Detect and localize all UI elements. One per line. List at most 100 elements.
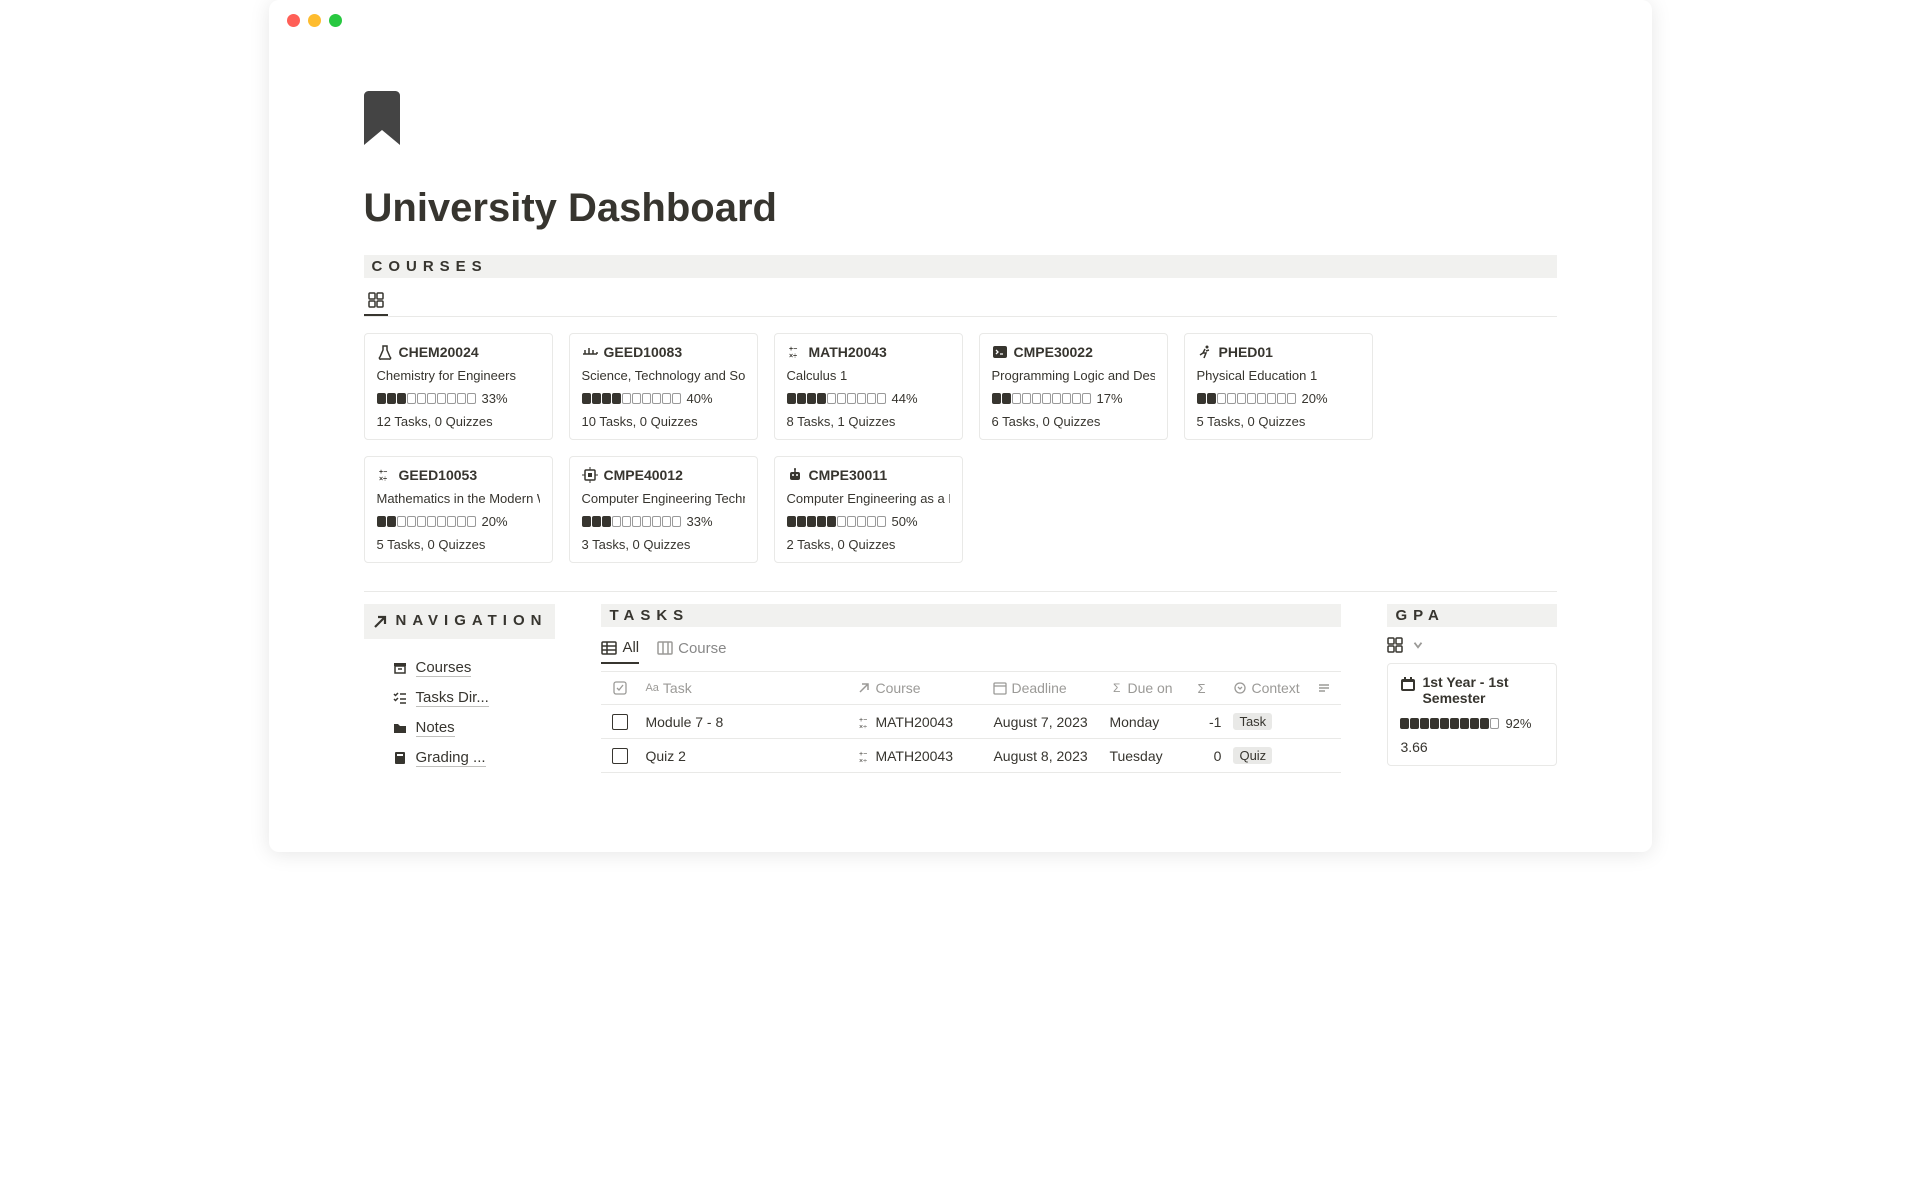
nav-item[interactable]: Grading ... [392,743,556,773]
table-icon [601,640,617,656]
task-sigma: 0 [1214,748,1222,764]
course-card[interactable]: CMPE30011Computer Engineering as a Disci… [774,456,963,563]
course-percent: 33% [687,514,713,529]
progress-bar [377,393,476,404]
gallery-icon[interactable] [1387,637,1403,653]
course-code: CMPE30011 [809,467,888,483]
calendar-icon [1400,676,1416,692]
course-percent: 20% [1302,391,1328,406]
chip-icon [582,467,598,483]
course-card[interactable]: CHEM20024Chemistry for Engineers33%12 Ta… [364,333,553,440]
course-percent: 33% [482,391,508,406]
minimize-window-button[interactable] [308,14,321,27]
course-card[interactable]: GEED10083Science, Technology and Society… [569,333,758,440]
arrow-icon [372,614,388,630]
course-code: CMPE40012 [604,467,683,483]
gallery-icon [368,292,384,308]
progress-bar [787,516,886,527]
svg-text:×÷: ×÷ [859,724,867,729]
tasks-view-tabs: All Course [601,627,1341,672]
progress-bar [787,393,886,404]
gpa-value: 3.66 [1400,739,1543,755]
svg-text:+−: +− [859,717,867,724]
course-name: Chemistry for Engineers [377,368,540,383]
close-window-button[interactable] [287,14,300,27]
nav-item-label: Notes [416,719,455,737]
course-name: Physical Education 1 [1197,368,1360,383]
gallery-view-tab[interactable] [364,286,388,316]
task-deadline: August 7, 2023 [993,714,1087,730]
course-code: PHED01 [1219,344,1273,360]
page-title: University Dashboard [364,186,1557,231]
task-sigma: -1 [1209,714,1221,730]
course-percent: 20% [482,514,508,529]
task-row[interactable]: Module 7 - 8 +−×÷ MATH20043 August 7, 2023 M… [601,705,1341,739]
task-column-label: Task [663,680,692,696]
text-icon [1317,681,1331,695]
navigation-panel: NAVIGATION Courses Tasks Dir... Notes Gradi… [364,604,556,773]
svg-text:Σ: Σ [1113,681,1120,695]
tasks-tab-all[interactable]: All [601,635,639,664]
archive-icon [392,660,408,676]
task-deadline: August 8, 2023 [993,748,1087,764]
app-window: University Dashboard COURSES CHEM20024Ch… [269,0,1652,852]
course-card[interactable]: +−×÷MATH20043Calculus 144%8 Tasks, 1 Qui… [774,333,963,440]
course-name: Computer Engineering Technology [582,491,745,506]
course-card[interactable]: CMPE40012 Computer Engineering Technology… [569,456,758,563]
course-tasks-count: 2 Tasks, 0 Quizzes [787,537,950,552]
run-icon [1197,344,1213,360]
task-dueon: Monday [1109,714,1159,730]
course-tasks-count: 5 Tasks, 0 Quizzes [377,537,540,552]
gpa-percent: 92% [1505,716,1531,731]
course-card[interactable]: +−×÷GEED10053Mathematics in the Modern W… [364,456,553,563]
course-card[interactable]: PHED01Physical Education 120%5 Tasks, 0 … [1184,333,1373,440]
robot-icon [787,467,803,483]
bridge-icon [582,344,598,360]
task-course: MATH20043 [875,714,953,730]
tasks-panel: TASKS All Course AaTask Course Deadlin [601,604,1341,773]
maximize-window-button[interactable] [329,14,342,27]
course-card[interactable]: CMPE30022Programming Logic and Design17%… [979,333,1168,440]
svg-text:+−: +− [379,469,387,476]
checkbox-column-icon [613,681,627,695]
progress-bar [582,393,681,404]
progress-bar [992,393,1091,404]
nav-item-label: Courses [416,659,472,677]
gpa-card[interactable]: 1st Year - 1st Semester 92% 3.66 [1387,663,1556,766]
course-name: Programming Logic and Design [992,368,1155,383]
navigation-title: NAVIGATION [396,610,548,633]
bottom-row: NAVIGATION Courses Tasks Dir... Notes Gradi… [364,604,1557,773]
progress-bar [582,516,681,527]
task-name: Module 7 - 8 [645,714,723,730]
relation-icon [857,681,871,695]
task-row[interactable]: Quiz 2+−×÷MATH20043August 8, 2023Tuesday… [601,739,1341,773]
tasks-tab-all-label: All [622,639,639,656]
progress-bar [377,516,476,527]
task-checkbox[interactable] [612,748,628,764]
courses-section-header: COURSES [364,255,1557,278]
nav-item[interactable]: Courses [392,653,556,683]
chevron-down-icon[interactable] [1411,638,1425,652]
math-icon: +−×÷ [857,749,871,763]
math-icon: +−×÷ [857,715,871,729]
context-column-label: Context [1251,680,1299,696]
nav-item[interactable]: Notes [392,713,556,743]
svg-text:×÷: ×÷ [789,353,797,360]
checklist-icon [392,690,408,706]
svg-text:+−: +− [789,346,797,353]
nav-item-label: Tasks Dir... [416,689,489,707]
select-icon [1233,681,1247,695]
progress-bar [1197,393,1296,404]
board-icon [657,640,673,656]
course-percent: 40% [687,391,713,406]
flask-icon [377,344,393,360]
gpa-panel: GPA 1st Year - 1st Semester 92% 3.66 [1387,604,1556,773]
math-icon: +−×÷ [787,344,803,360]
course-percent: 17% [1097,391,1123,406]
nav-item[interactable]: Tasks Dir... [392,683,556,713]
task-course: MATH20043 [875,748,953,764]
tasks-tab-course[interactable]: Course [657,635,726,663]
course-code: GEED10053 [399,467,478,483]
navigation-header: NAVIGATION [364,604,556,639]
task-checkbox[interactable] [612,714,628,730]
